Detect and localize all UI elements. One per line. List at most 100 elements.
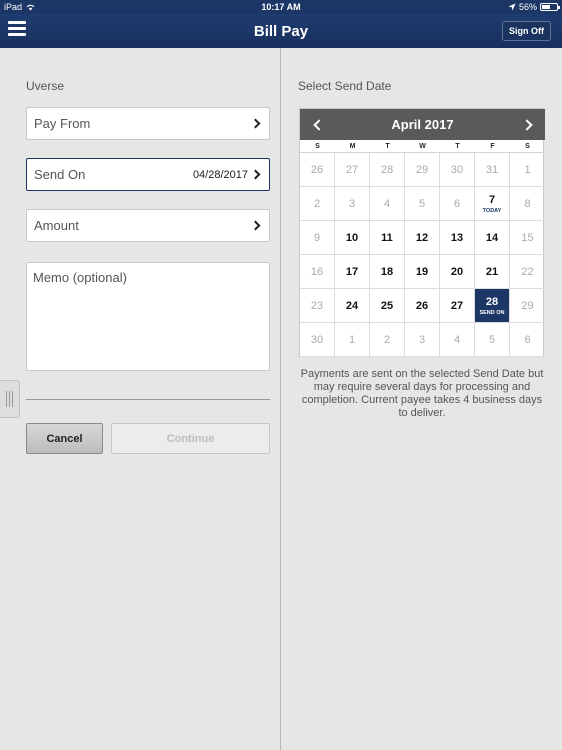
nav-bar: Bill Pay Sign Off	[0, 14, 562, 48]
calendar-day: 1	[510, 153, 545, 187]
weekday-label: S	[315, 143, 320, 150]
day-number: 30	[310, 333, 324, 346]
day-tag: TODAY	[482, 207, 502, 214]
send-on-label: Send On	[34, 167, 86, 182]
day-number: 13	[450, 231, 464, 244]
calendar-day[interactable]: 11	[370, 221, 405, 255]
calendar-day[interactable]: 20	[440, 255, 475, 289]
day-number: 26	[415, 299, 429, 312]
day-number: 27	[450, 299, 464, 312]
calendar-day[interactable]: 17	[335, 255, 370, 289]
amount-field[interactable]: Amount	[26, 209, 270, 242]
calendar-day[interactable]: 10	[335, 221, 370, 255]
calendar-day: 30	[440, 153, 475, 187]
chevron-right-icon	[250, 169, 261, 180]
send-on-value: 04/28/2017	[192, 168, 248, 181]
weekday-header: SMTWTFS	[300, 140, 545, 153]
location-arrow-icon	[508, 3, 516, 11]
calendar-day: 1	[335, 323, 370, 357]
battery-level	[542, 5, 550, 9]
day-number: 28	[485, 295, 499, 308]
calendar-day: 6	[510, 323, 545, 357]
section-title: Select Send Date	[298, 79, 392, 93]
day-number: 22	[521, 265, 534, 278]
day-number: 16	[310, 265, 324, 278]
day-number: 8	[524, 197, 531, 210]
day-number: 26	[310, 163, 324, 176]
pay-from-field[interactable]: Pay From	[26, 107, 270, 140]
day-number: 2	[383, 333, 391, 346]
page-title: Bill Pay	[253, 23, 309, 40]
calendar-day: 2	[300, 187, 335, 221]
day-number: 23	[310, 299, 324, 312]
battery-icon	[540, 3, 560, 11]
status-time: 10:17 AM	[261, 2, 301, 12]
day-tag: SEND ON	[479, 309, 505, 316]
amount-label: Amount	[34, 218, 79, 233]
previous-month-icon[interactable]	[308, 116, 326, 134]
day-number: 20	[450, 265, 464, 278]
day-number: 1	[524, 163, 531, 176]
calendar-day: 22	[510, 255, 545, 289]
day-number: 18	[380, 265, 394, 278]
calendar-day: 30	[300, 323, 335, 357]
calendar-day[interactable]: 7 TODAY	[475, 187, 510, 221]
day-number: 10	[345, 231, 359, 244]
next-month-icon[interactable]	[519, 116, 537, 134]
calendar-day[interactable]: 14	[475, 221, 510, 255]
day-number: 3	[348, 197, 356, 210]
calendar-day: 15	[510, 221, 545, 255]
day-number: 3	[418, 333, 426, 346]
calendar-day: 29	[405, 153, 440, 187]
day-number: 29	[415, 163, 429, 176]
calendar-day: 27	[335, 153, 370, 187]
calendar-header: April 2017	[300, 109, 545, 140]
day-number: 14	[485, 231, 499, 244]
calendar-day: 9	[300, 221, 335, 255]
calendar-day: 3	[405, 323, 440, 357]
calendar-day: 5	[475, 323, 510, 357]
sign-off-button[interactable]: Sign Off	[502, 21, 551, 41]
calendar-day: 2	[370, 323, 405, 357]
calendar-day[interactable]: 19	[405, 255, 440, 289]
calendar-day: 8	[510, 187, 545, 221]
cancel-button[interactable]: Cancel	[26, 423, 103, 454]
calendar-day-selected[interactable]: 28 SEND ON	[475, 289, 510, 323]
send-on-field[interactable]: Send On 04/28/2017	[26, 158, 270, 191]
calendar-day[interactable]: 25	[370, 289, 405, 323]
day-number: 6	[453, 197, 461, 210]
status-bar: iPad 10:17 AM 56%	[0, 0, 562, 14]
calendar-day[interactable]: 21	[475, 255, 510, 289]
calendar-day: 4	[370, 187, 405, 221]
memo-input[interactable]	[26, 262, 270, 371]
weekday-label: M	[349, 143, 356, 150]
day-number: 11	[381, 231, 393, 244]
day-number: 25	[380, 299, 394, 312]
day-number: 30	[450, 163, 464, 176]
calendar-day: 23	[300, 289, 335, 323]
battery-percentage: 56%	[518, 2, 537, 12]
split-view-handle[interactable]	[0, 380, 20, 418]
calendar-day[interactable]: 26	[405, 289, 440, 323]
calendar-day: 28	[370, 153, 405, 187]
hamburger-menu-icon[interactable]	[8, 21, 26, 37]
calendar-day: 5	[405, 187, 440, 221]
continue-button[interactable]: Continue	[111, 423, 270, 454]
calendar-day: 3	[335, 187, 370, 221]
calendar-day[interactable]: 24	[335, 289, 370, 323]
day-number: 4	[383, 197, 391, 210]
day-number: 21	[485, 265, 499, 278]
calendar-day[interactable]: 27	[440, 289, 475, 323]
day-number: 6	[524, 333, 531, 346]
day-number: 27	[345, 163, 359, 176]
day-number: 28	[380, 163, 394, 176]
calendar-day[interactable]: 12	[405, 221, 440, 255]
calendar-grid: 26 27 28 29 30 31 1 2 3 4 5 6 7 TODAY 8 9 10 11 12 13 14 15 16…	[300, 153, 545, 357]
day-number: 24	[345, 299, 359, 312]
calendar-day[interactable]: 18	[370, 255, 405, 289]
weekday-label: T	[385, 143, 390, 150]
payee-name: Uverse	[26, 79, 65, 93]
day-number: 17	[345, 265, 359, 278]
calendar-day: 26	[300, 153, 335, 187]
calendar-day[interactable]: 13	[440, 221, 475, 255]
